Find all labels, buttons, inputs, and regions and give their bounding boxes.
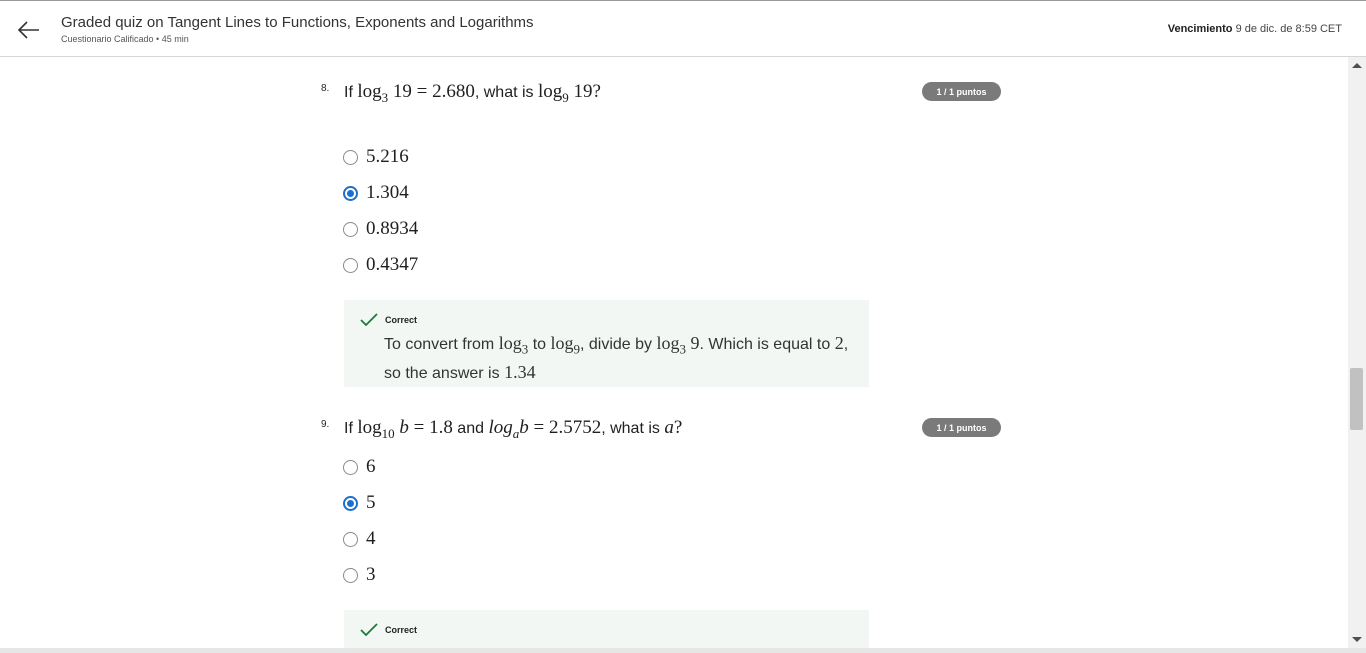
scroll-up-arrow-icon[interactable] [1352,63,1362,68]
due-label: Vencimiento [1167,23,1233,35]
answer-option[interactable]: 4 [343,527,376,551]
feedback-text: To convert from log3 to log9, divide by … [384,333,849,382]
radio-button[interactable] [343,567,358,583]
option-label: 0.8934 [366,218,419,239]
quiz-subtitle: Cuestionario Calificado • 45 min [61,34,189,44]
option-label: 3 [366,564,376,585]
option-label: 0.4347 [366,254,419,275]
vertical-scrollbar[interactable] [1348,57,1366,648]
arrow-left-icon [18,21,39,39]
math-expression: log10 b = 1.8 [357,417,453,441]
prompt-text: and [457,420,484,437]
due-value: 9 de dic. de 8:59 CET [1235,23,1342,35]
points-badge: 1 / 1 puntos [922,418,1001,437]
page-title: Graded quiz on Tangent Lines to Function… [61,14,534,31]
prompt-text: , what is [474,84,534,101]
radio-button[interactable] [343,459,358,475]
radio-button[interactable] [343,149,358,165]
horizontal-scrollbar[interactable] [0,648,1366,653]
points-badge: 1 / 1 puntos [922,82,1001,101]
prompt-text: If [344,84,353,101]
scroll-thumb[interactable] [1350,368,1363,430]
math-expression: log9 19? [537,81,601,105]
radio-button-selected[interactable] [343,185,358,201]
math-expression: logab = 2.5752 [488,417,602,441]
feedback-header: Correct [360,313,417,327]
radio-button[interactable] [343,221,358,237]
answer-option[interactable]: 3 [343,563,376,587]
answer-option[interactable]: 5 [343,491,376,515]
radio-button[interactable] [343,257,358,273]
answer-option[interactable]: 1.304 [343,181,409,205]
checkmark-icon [360,313,378,327]
feedback-box: Correct To convert from log3 to log9, di… [344,300,869,387]
prompt-text: If [344,420,353,437]
radio-button[interactable] [343,531,358,547]
question-prompt: If log10 b = 1.8 and logab = 2.5752, wha… [344,417,682,442]
answer-option[interactable]: 5.216 [343,145,409,169]
answer-option[interactable]: 0.8934 [343,217,418,241]
feedback-header: Correct [360,623,417,637]
option-label: 4 [366,528,376,549]
radio-button-selected[interactable] [343,495,358,511]
option-label: 1.304 [366,182,409,203]
answer-option[interactable]: 6 [343,455,376,479]
quiz-content: 8. If log3 19 = 2.680, what is log9 19? … [0,57,1348,648]
feedback-box: Correct [344,610,869,648]
answer-option[interactable]: 0.4347 [343,253,418,277]
due-date: Vencimiento 9 de dic. de 8:59 CET [1168,23,1342,35]
question-prompt: If log3 19 = 2.680, what is log9 19? [344,81,601,106]
quiz-header: Graded quiz on Tangent Lines to Function… [0,0,1366,57]
option-label: 6 [366,456,376,477]
question-number: 8. [321,83,330,94]
question-number: 9. [321,419,330,430]
feedback-label: Correct [385,625,418,635]
option-label: 5 [366,492,376,513]
scroll-down-arrow-icon[interactable] [1352,637,1362,642]
back-button[interactable] [14,16,44,44]
feedback-label: Correct [385,315,418,325]
math-expression: log3 19 = 2.680 [357,81,475,105]
option-label: 5.216 [366,146,409,167]
checkmark-icon [360,623,378,637]
prompt-text: , what is [601,420,660,437]
math-expression: a? [664,417,683,438]
